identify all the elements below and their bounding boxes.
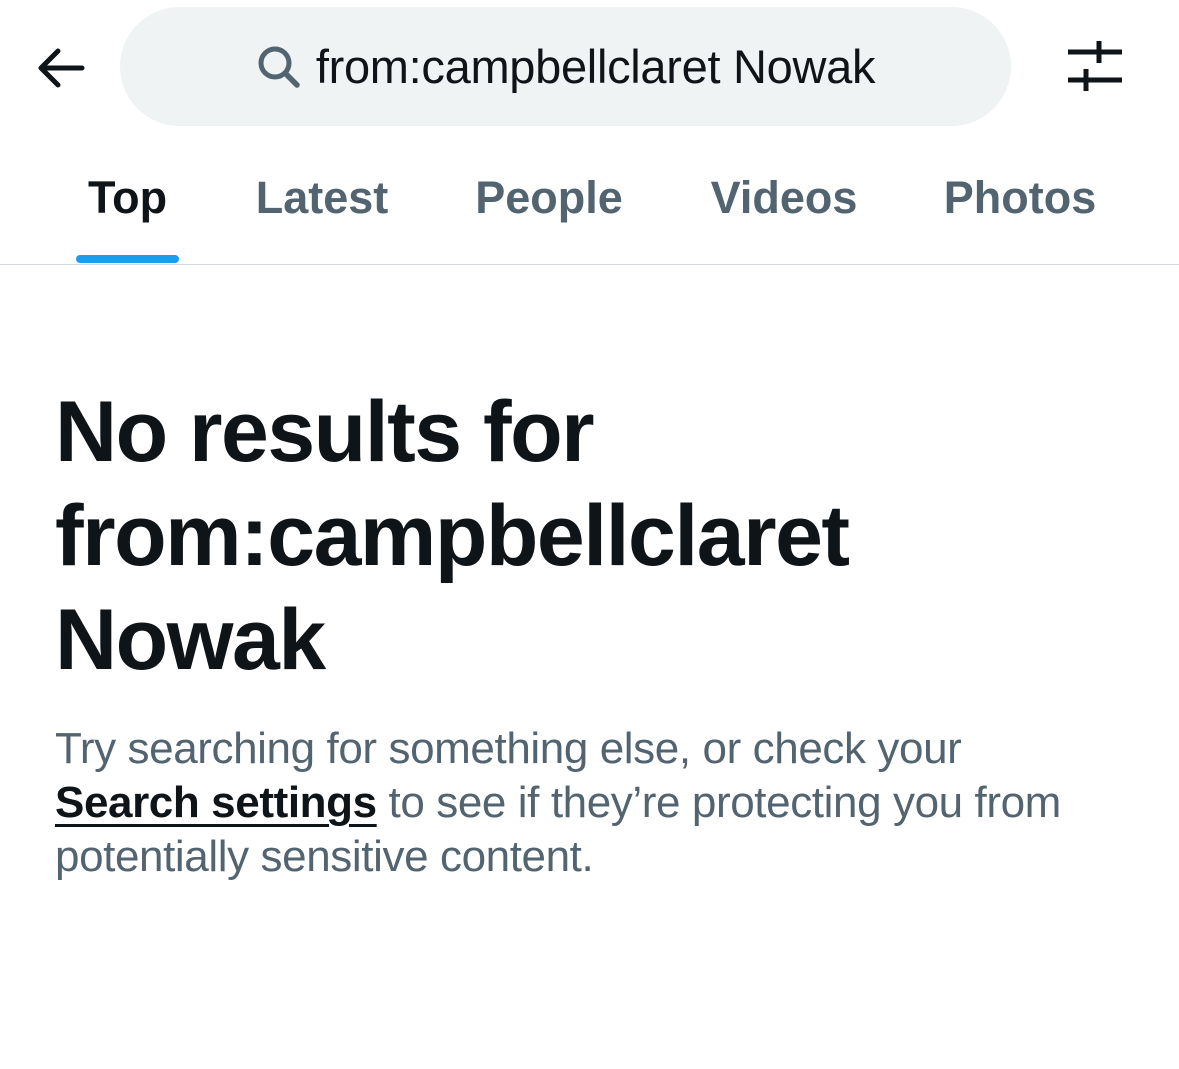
- search-header: from:campbellclaret Nowak: [0, 0, 1179, 132]
- search-results-page: from:campbellclaret Nowak Top Latest Peo…: [0, 0, 1179, 1069]
- search-filter-button[interactable]: [1060, 34, 1130, 98]
- empty-title-line: No results for: [55, 384, 595, 480]
- empty-state-message: Try searching for something else, or che…: [55, 722, 1135, 884]
- tab-videos[interactable]: Videos: [701, 132, 867, 264]
- sliders-icon: [1068, 41, 1122, 91]
- back-button[interactable]: [28, 36, 92, 100]
- empty-state: No results for from:campbellclaret Nowak…: [55, 380, 1135, 884]
- search-icon: [256, 44, 302, 90]
- search-query[interactable]: from:campbellclaret Nowak: [316, 39, 876, 94]
- tab-latest[interactable]: Latest: [246, 132, 398, 264]
- search-tabs: Top Latest People Videos Photos: [0, 132, 1179, 265]
- message-text: Try searching for something else, or che…: [55, 724, 962, 773]
- tab-photos[interactable]: Photos: [936, 132, 1104, 264]
- arrow-left-icon: [38, 48, 85, 88]
- tab-top[interactable]: Top: [76, 132, 179, 264]
- empty-title-line: from:campbellclaret: [55, 488, 850, 584]
- tab-people[interactable]: People: [466, 132, 632, 264]
- search-input[interactable]: from:campbellclaret Nowak: [120, 7, 1011, 126]
- empty-state-title: No results for from:campbellclaret Nowak: [55, 380, 1135, 692]
- active-tab-indicator: [76, 255, 179, 263]
- empty-title-line: Nowak: [55, 592, 326, 688]
- search-settings-link[interactable]: Search settings: [55, 778, 377, 827]
